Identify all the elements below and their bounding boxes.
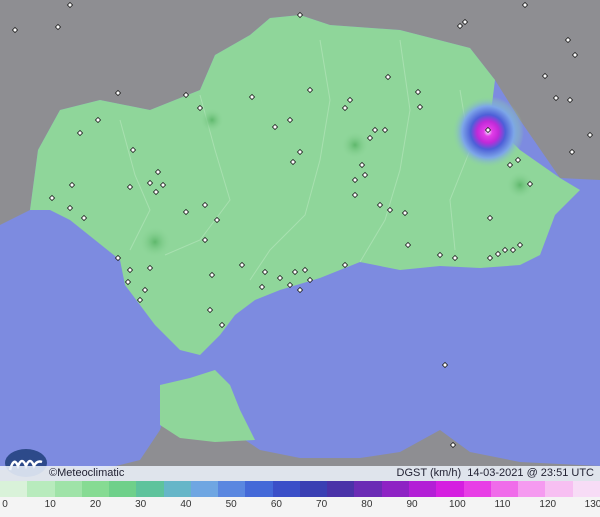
color-scale-swatch (109, 481, 137, 497)
color-scale-swatch (245, 481, 273, 497)
variable-name: DGST (396, 467, 427, 479)
color-scale-swatch (190, 481, 219, 497)
color-scale-swatch (490, 481, 519, 497)
color-scale-swatch (408, 481, 437, 497)
brand-name: Meteoclimatic (57, 467, 125, 479)
gust-hotspot (200, 108, 224, 132)
gust-hotspot (139, 226, 171, 258)
wind-gust-map[interactable] (0, 0, 600, 517)
color-scale-swatch (27, 481, 55, 497)
map-footer: ©Meteoclimatic DGST (km/h) 14-03-2021 @ … (0, 466, 600, 481)
map-caption: DGST (km/h) 14-03-2021 @ 23:51 UTC (397, 467, 594, 479)
color-scale-swatch (0, 481, 28, 497)
brand-credit: ©Meteoclimatic (49, 467, 124, 479)
color-scale-swatch (463, 481, 491, 497)
color-scale-swatch (545, 481, 573, 497)
color-scale-tick-label: 110 (494, 499, 511, 510)
color-scale-swatch (518, 481, 546, 497)
color-scale-swatch (354, 481, 382, 497)
color-scale-swatch (163, 481, 191, 497)
color-scale-tick-label: 70 (316, 499, 328, 510)
color-scale-swatch (81, 481, 110, 497)
color-scale-tick-label: 40 (180, 499, 192, 510)
color-scale-bar (0, 481, 600, 497)
map-timestamp: 14-03-2021 @ 23:51 UTC (467, 467, 594, 479)
color-scale-swatch (381, 481, 409, 497)
color-scale-swatch (136, 481, 164, 497)
color-scale-swatch (299, 481, 328, 497)
color-scale-tick-label: 10 (44, 499, 56, 510)
color-scale-swatch (327, 481, 355, 497)
color-scale-tick-label: 50 (225, 499, 237, 510)
color-scale-swatch (218, 481, 246, 497)
color-scale-tick-label: 100 (448, 499, 466, 510)
color-scale-tick-label: 20 (89, 499, 102, 510)
variable-unit: (km/h) (429, 467, 462, 479)
map-canvas (0, 0, 600, 517)
color-scale-swatch (436, 481, 464, 497)
color-scale-swatch (572, 481, 600, 497)
color-scale-swatch (272, 481, 300, 497)
color-scale-tick-label: 0 (2, 499, 8, 510)
color-scale-ticks: 0 10 20 30 40 50 60 70 80 90 100 110 120 130 (0, 497, 600, 517)
copyright-symbol: © (49, 467, 58, 479)
gust-hotspot (341, 131, 369, 159)
color-scale-tick-label: 60 (270, 499, 282, 510)
color-scale-tick-label: 30 (135, 499, 147, 510)
color-scale-swatch (54, 481, 82, 497)
color-scale-tick-label: 120 (539, 499, 557, 510)
color-scale-tick-label: 90 (406, 499, 418, 510)
color-scale-tick-label: 130 (584, 499, 600, 510)
color-scale-tick-label: 80 (361, 499, 373, 510)
